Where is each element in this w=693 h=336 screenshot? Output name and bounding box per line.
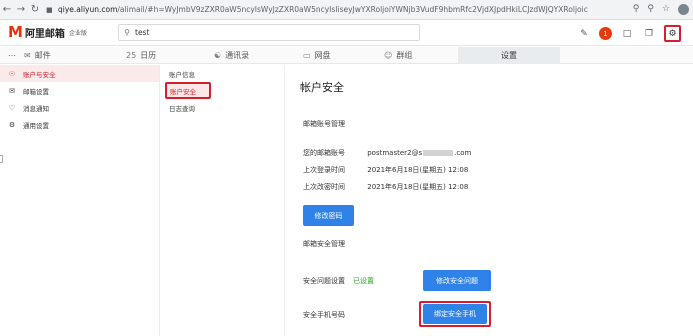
tab-contacts[interactable]: ☯ 通讯录 — [214, 47, 274, 64]
security-phone-row: 安全手机号码 — [303, 310, 345, 320]
sidebar-item-general-settings[interactable]: ⚙ 通用设置 — [0, 116, 159, 133]
modify-question-button[interactable]: 修改安全问题 — [423, 270, 491, 291]
page-title: 帐户安全 — [300, 81, 344, 94]
last-login-label: 上次登录时间 — [303, 166, 345, 174]
folder-icon[interactable]: □ — [620, 29, 634, 39]
key-icon[interactable]: ⚲ — [633, 4, 640, 15]
sidebar-item-label: 消息通知 — [23, 104, 49, 113]
tab-mail-label: 邮件 — [34, 51, 51, 60]
zoom-icon[interactable]: ⚲ — [647, 4, 654, 15]
gear-icon: ⚙ — [8, 120, 16, 129]
back-icon[interactable]: ← — [0, 4, 14, 15]
window-icon[interactable]: ❐ — [642, 29, 656, 39]
security-question-row: 安全问题设置 已设置 — [303, 276, 374, 286]
url-host: qiye.aliyun.com — [58, 5, 118, 14]
tab-settings-label: 设置 — [501, 51, 517, 60]
notification-badge[interactable]: 1 — [599, 27, 612, 40]
settings-sidebar: ☉ 账户与安全 ✉ 邮箱设置 ♡ 消息通知 ⚙ 通用设置 — [0, 65, 160, 336]
url-path: /alimail/#h=WyJmbV9zZXR0aW5ncyIsWyJzZXR0… — [117, 5, 588, 14]
subnav-item-log-query[interactable]: 日志查询 — [161, 99, 284, 116]
module-tabs: ⋯ ✉ 邮件 25 日历 ☯ 通讯录 ▭ 网盘 ☺ 群组 设置 — [0, 47, 693, 64]
last-change-label: 上次改密时间 — [303, 183, 345, 191]
sidebar-item-mail-settings[interactable]: ✉ 邮箱设置 — [0, 82, 159, 99]
logo[interactable]: M 阿里邮箱 企业版 — [8, 23, 87, 41]
sidebar-item-account-security[interactable]: ☉ 账户与安全 — [0, 65, 159, 82]
tab-drive-label: 网盘 — [314, 51, 331, 60]
security-section-title: 邮箱安全管理 — [303, 240, 345, 248]
star-icon[interactable]: ☆ — [662, 4, 670, 15]
account-suffix: .com — [454, 149, 472, 157]
sidebar-item-label: 邮箱设置 — [23, 87, 49, 96]
account-label: 您的邮箱账号 — [303, 149, 345, 157]
pen-icon[interactable]: ✎ — [577, 29, 591, 39]
phone-label: 安全手机号码 — [303, 311, 345, 319]
tab-settings[interactable]: 设置 — [458, 47, 560, 64]
last-login-row: 上次登录时间 2021年6月18日(星期五) 12:08 — [303, 165, 468, 175]
tab-drive[interactable]: ▭ 网盘 — [303, 47, 353, 64]
subnav-item-account-info[interactable]: 账户信息 — [161, 65, 284, 82]
last-change-row: 上次改密时间 2021年6月18日(星期五) 12:08 — [303, 182, 468, 192]
mail-icon: ✉ — [24, 51, 31, 60]
redacted-block — [423, 150, 454, 156]
subnav-item-account-security[interactable]: 账户安全 — [165, 82, 211, 99]
settings-gear-icon[interactable]: ⚙ — [664, 25, 681, 42]
mailbox-section-title: 邮箱账号管理 — [303, 120, 345, 128]
drive-icon: ▭ — [303, 51, 311, 60]
content-panel: 帐户安全 邮箱账号管理 您的邮箱账号 postmaster2@s .com 上次登… — [286, 65, 693, 336]
bind-phone-button[interactable]: 绑定安全手机 — [423, 304, 487, 324]
search-icon[interactable]: ⚲ — [119, 28, 135, 37]
forward-icon[interactable]: → — [14, 4, 28, 15]
profile-icon[interactable] — [678, 4, 689, 15]
tab-calendar-label: 日历 — [140, 51, 157, 60]
tab-group[interactable]: ☺ 群组 — [384, 47, 434, 64]
bell-icon: ♡ — [8, 103, 16, 112]
question-status: 已设置 — [353, 277, 374, 285]
last-login-value: 2021年6月18日(星期五) 12:08 — [367, 166, 469, 174]
sidebar-item-label: 通用设置 — [23, 121, 49, 130]
last-change-value: 2021年6月18日(星期五) 12:08 — [367, 183, 469, 191]
search-box[interactable]: ⚲ — [118, 24, 420, 41]
lock-icon[interactable]: ■ — [46, 6, 56, 14]
user-icon: ☉ — [8, 69, 16, 78]
sidebar-item-notifications[interactable]: ♡ 消息通知 — [0, 99, 159, 116]
logo-edition: 企业版 — [68, 30, 87, 37]
mail-settings-icon: ✉ — [9, 86, 15, 95]
apps-grid-icon[interactable]: ⋯ — [8, 47, 16, 64]
contacts-icon: ☯ — [214, 51, 222, 60]
search-input[interactable] — [135, 28, 395, 37]
sidebar-item-label: 账户与安全 — [23, 70, 56, 79]
logo-mark: M — [8, 23, 23, 41]
account-prefix: postmaster2@s — [367, 149, 423, 157]
logo-text: 阿里邮箱 — [24, 29, 65, 40]
group-icon: ☺ — [384, 51, 393, 60]
tab-group-label: 群组 — [396, 51, 413, 60]
settings-subnav: 账户信息 账户安全 日志查询 — [161, 65, 285, 336]
app-header: M 阿里邮箱 企业版 ⚲ ✎ 1 □ ❐ ⚙ — [0, 20, 693, 46]
tab-contacts-label: 通讯录 — [225, 51, 250, 60]
account-row: 您的邮箱账号 postmaster2@s .com — [303, 148, 471, 158]
question-label: 安全问题设置 — [303, 277, 345, 285]
change-password-button[interactable]: 修改密码 — [303, 205, 354, 226]
address-bar[interactable]: qiye.aliyun.com/alimail/#h=WyJmbV9zZXR0a… — [58, 5, 588, 14]
collapse-handle[interactable] — [0, 155, 3, 163]
tab-calendar[interactable]: 25 日历 — [126, 47, 176, 64]
browser-toolbar: ← → ↻ ■ qiye.aliyun.com/alimail/#h=WyJmb… — [0, 0, 693, 20]
reload-icon[interactable]: ↻ — [28, 4, 42, 15]
tab-mail[interactable]: ✉ 邮件 — [24, 47, 64, 64]
calendar-icon: 25 — [126, 51, 137, 60]
